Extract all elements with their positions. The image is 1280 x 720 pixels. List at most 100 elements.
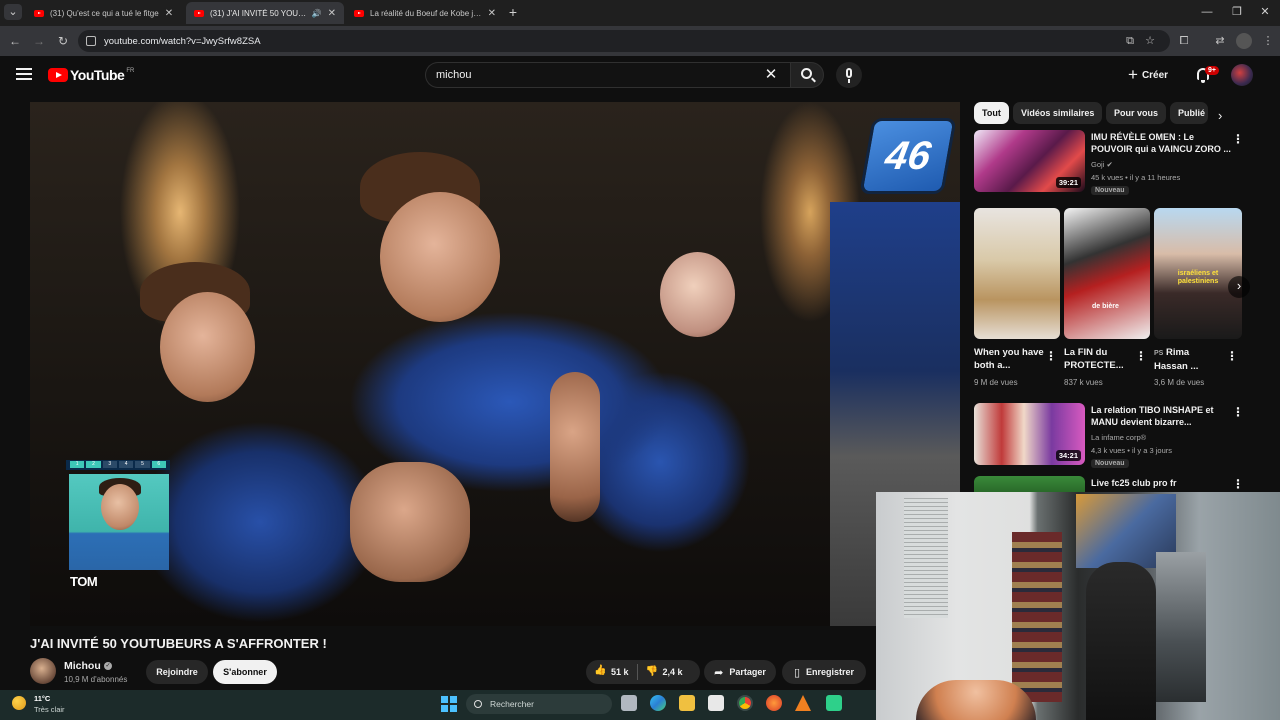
- address-bar[interactable]: youtube.com/watch?v=JwySrfw8ZSA: [78, 30, 1170, 52]
- voice-search-button[interactable]: [836, 62, 862, 88]
- verified-check-icon: ✔: [1106, 160, 1113, 169]
- extensions-icon[interactable]: ⧠: [1176, 33, 1192, 49]
- chip-all[interactable]: Tout: [974, 102, 1009, 124]
- rec-channel[interactable]: Goji ✔: [1091, 160, 1113, 169]
- youtube-logo[interactable]: YouTube FR: [48, 67, 134, 83]
- forward-button[interactable]: →: [30, 32, 48, 50]
- back-button[interactable]: ←: [6, 32, 24, 50]
- profile-avatar[interactable]: [1236, 33, 1252, 49]
- edge-browser-icon[interactable]: [650, 695, 666, 711]
- more-options-icon[interactable]: ⋮: [1135, 349, 1147, 363]
- more-options-icon[interactable]: ⋮: [1226, 349, 1238, 363]
- tab-title: (31) Qu'est ce qui a tué le fitge: [50, 8, 159, 18]
- thumbs-up-icon: [594, 665, 606, 678]
- file-explorer-icon[interactable]: [679, 695, 695, 711]
- firefox-icon[interactable]: [766, 695, 782, 711]
- short-title[interactable]: La FIN du PROTECTE...: [1064, 346, 1136, 372]
- rec-title[interactable]: Live fc25 club pro fr: [1091, 477, 1231, 489]
- video-thumbnail[interactable]: [974, 476, 1085, 492]
- short-views: 9 M de vues: [974, 378, 1018, 387]
- profile-switch-icon[interactable]: ⇄: [1212, 33, 1228, 49]
- like-count: 51 k: [611, 667, 629, 677]
- player-card-tabs: 1 2 3 4 5 6: [66, 460, 170, 470]
- short-thumbnail[interactable]: [974, 208, 1060, 339]
- rec-title[interactable]: La relation TIBO INSHAPE et MANU devient…: [1091, 404, 1231, 428]
- more-options-icon[interactable]: ⋮: [1232, 405, 1244, 419]
- browser-tab-2[interactable]: (31) J'AI INVITÉ 50 YOUTUB 🔊 ✕: [186, 2, 344, 24]
- short-thumbnail[interactable]: israéliens et palestiniens: [1154, 208, 1242, 339]
- tab-title: La réalité du Boeuf de Kobe jap: [370, 8, 482, 18]
- url-text: youtube.com/watch?v=JwySrfw8ZSA: [104, 35, 261, 47]
- chip-published[interactable]: Publié: [1170, 102, 1208, 124]
- subscribe-button[interactable]: S'abonner: [213, 660, 277, 684]
- create-button[interactable]: + Créer: [1128, 65, 1168, 85]
- chrome-browser-icon[interactable]: [737, 695, 753, 711]
- share-button[interactable]: ➦ Partager: [704, 660, 776, 684]
- chevron-right-icon[interactable]: ›: [1218, 108, 1222, 123]
- new-badge: Nouveau: [1091, 186, 1129, 195]
- short-title[interactable]: When you have both a...: [974, 346, 1046, 372]
- speaker-icon[interactable]: 🔊: [312, 9, 322, 18]
- app-icon[interactable]: [826, 695, 842, 711]
- maximize-button[interactable]: ❐: [1228, 4, 1246, 20]
- more-options-icon[interactable]: ⋮: [1045, 349, 1057, 363]
- rec-meta: 45 k vues • il y a 11 heures: [1091, 173, 1181, 182]
- cast-icon[interactable]: ⧉: [1122, 33, 1138, 49]
- tab-title: (31) J'AI INVITÉ 50 YOUTUB: [210, 8, 308, 18]
- new-badge: Nouveau: [1091, 459, 1129, 468]
- notification-count-badge: 9+: [1205, 66, 1219, 75]
- more-options-icon[interactable]: ⋮: [1232, 132, 1244, 146]
- menu-icon[interactable]: ⋮: [1260, 33, 1276, 49]
- bookmark-icon: ▯: [793, 666, 801, 679]
- shorts-next-icon[interactable]: ›: [1228, 276, 1250, 298]
- rec-channel[interactable]: La infame corp®: [1091, 433, 1146, 442]
- new-tab-button[interactable]: +: [504, 4, 522, 20]
- dislike-button[interactable]: 2,4 k: [638, 660, 691, 684]
- tab-search-icon[interactable]: ⌄: [4, 4, 22, 20]
- hamburger-menu-icon[interactable]: [16, 68, 32, 80]
- windows-start-icon[interactable]: [441, 696, 457, 712]
- chip-for-you[interactable]: Pour vous: [1106, 102, 1167, 124]
- video-thumbnail[interactable]: 34:21: [974, 403, 1085, 465]
- save-button[interactable]: ▯ Enregistrer: [782, 660, 866, 684]
- taskbar-search-input[interactable]: Rechercher: [466, 694, 612, 714]
- rec-title[interactable]: IMU RÉVÈLE OMEN : Le POUVOIR qui a VAINC…: [1091, 131, 1231, 155]
- desk-items: [916, 680, 1036, 720]
- channel-name[interactable]: Michou: [64, 660, 101, 672]
- search-icon: [474, 700, 482, 708]
- weather-icon[interactable]: [12, 696, 26, 710]
- browser-tab-1[interactable]: (31) Qu'est ce qui a tué le fitge ✕: [26, 2, 184, 24]
- like-button[interactable]: 51 k: [586, 660, 637, 684]
- close-icon[interactable]: ✕: [165, 8, 173, 19]
- bookmark-star-icon[interactable]: ☆: [1142, 33, 1158, 49]
- account-avatar[interactable]: [1231, 64, 1253, 86]
- short-title[interactable]: PS Rima Hassan ...: [1154, 346, 1224, 373]
- minimize-button[interactable]: —: [1198, 4, 1216, 20]
- browser-tab-3[interactable]: La réalité du Boeuf de Kobe jap ✕: [346, 2, 504, 24]
- vlc-icon[interactable]: [795, 695, 811, 711]
- join-button[interactable]: Rejoindre: [146, 660, 208, 684]
- subscriber-count: 10,9 M d'abonnés: [64, 675, 128, 684]
- chip-related[interactable]: Vidéos similaires: [1013, 102, 1103, 124]
- video-player[interactable]: 46 1 2 3 4 5 6 TOM: [30, 102, 960, 626]
- channel-avatar[interactable]: [30, 658, 56, 684]
- reload-button[interactable]: ↻: [54, 32, 72, 50]
- clear-search-icon[interactable]: ✕: [763, 66, 779, 84]
- close-icon[interactable]: ✕: [488, 8, 496, 19]
- search-button[interactable]: [790, 62, 824, 88]
- site-info-icon[interactable]: [86, 36, 96, 46]
- video-thumbnail[interactable]: 39:21: [974, 130, 1085, 192]
- plus-icon: +: [1128, 65, 1138, 84]
- verified-check-icon: ✓: [104, 662, 112, 670]
- short-thumbnail[interactable]: de bière: [1064, 208, 1150, 339]
- close-icon[interactable]: ✕: [328, 8, 336, 19]
- task-view-icon[interactable]: [621, 695, 637, 711]
- close-window-button[interactable]: ✕: [1256, 4, 1274, 20]
- video-figure: [660, 252, 735, 337]
- search-value: michou: [436, 69, 472, 81]
- more-options-icon[interactable]: ⋮: [1232, 477, 1244, 491]
- store-icon[interactable]: [708, 695, 724, 711]
- video-figure: [160, 292, 255, 402]
- search-input[interactable]: michou: [425, 62, 790, 88]
- logo-text: YouTube: [70, 67, 125, 83]
